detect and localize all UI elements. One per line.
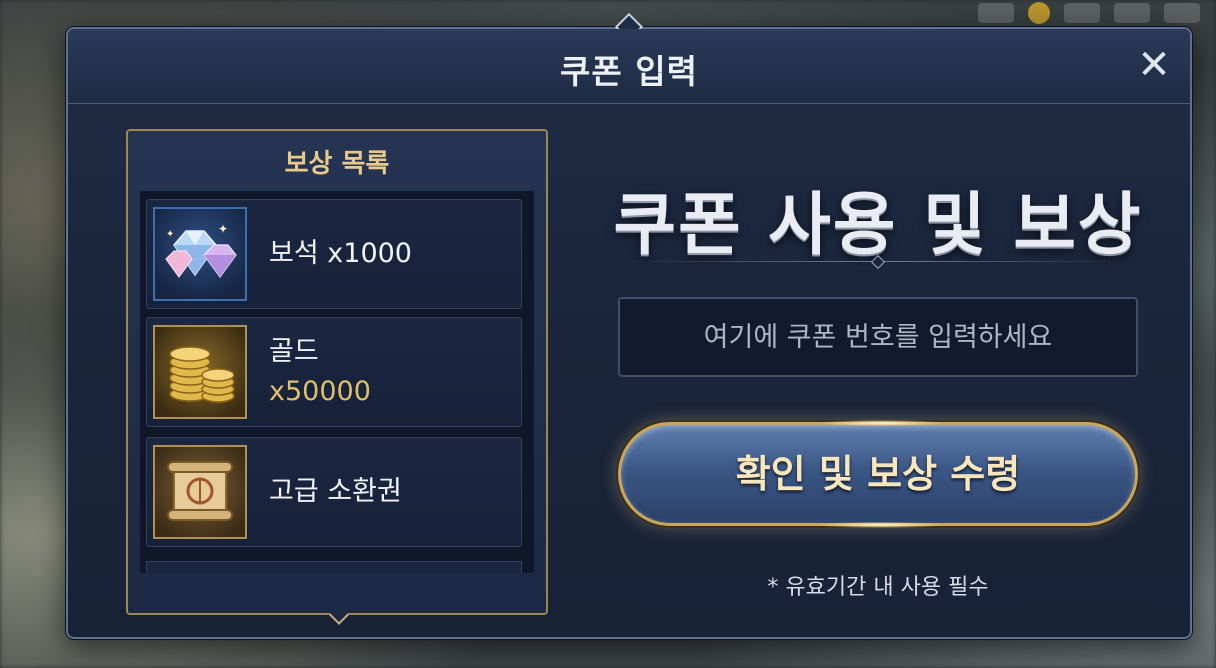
game-hud bbox=[700, 0, 1216, 26]
reward-name: 고급 소환권 bbox=[269, 476, 402, 507]
hud-coin-icon bbox=[1028, 2, 1050, 24]
close-button[interactable]: ✕ bbox=[1132, 43, 1176, 87]
gold-coins-icon bbox=[153, 325, 247, 419]
coupon-code-input[interactable] bbox=[618, 297, 1138, 377]
reward-item-gold: 골드 x50000 bbox=[146, 317, 522, 427]
reward-item-summon-ticket: 고급 소환권 bbox=[146, 437, 522, 547]
gem-icon: ✦ ✦ bbox=[153, 207, 247, 301]
reward-text: 골드 x50000 bbox=[269, 332, 371, 412]
confirm-claim-button[interactable]: 확인 및 보상 수령 bbox=[618, 420, 1138, 528]
hud-slot bbox=[1164, 3, 1200, 23]
reward-panel-title: 보상 목록 bbox=[284, 149, 390, 179]
hud-slot bbox=[1064, 3, 1100, 23]
modal-title: 쿠폰 입력 bbox=[560, 52, 698, 91]
reward-item-gem: ✦ ✦ 보석 x1000 bbox=[146, 199, 522, 309]
svg-text:✦: ✦ bbox=[218, 222, 228, 236]
reward-quantity: x1000 bbox=[327, 238, 412, 269]
validity-note: * 유효기간 내 사용 필수 bbox=[767, 575, 989, 600]
hud-slot bbox=[1114, 3, 1150, 23]
svg-text:✦: ✦ bbox=[166, 229, 174, 240]
close-icon: ✕ bbox=[1137, 42, 1171, 88]
hud-slot bbox=[978, 3, 1014, 23]
reward-list[interactable]: ✦ ✦ 보석 x1000 골드 x50000 고급 소환권 bbox=[140, 191, 534, 573]
button-glow bbox=[821, 522, 941, 528]
confirm-claim-label: 확인 및 보상 수령 bbox=[735, 452, 1021, 496]
coupon-headline: 쿠폰 사용 및 보상 bbox=[613, 186, 1143, 265]
summon-scroll-icon bbox=[153, 445, 247, 539]
reward-item-partial bbox=[146, 561, 522, 573]
button-glow bbox=[821, 420, 941, 426]
modal-header: 쿠폰 입력 ✕ bbox=[68, 29, 1190, 104]
reward-panel: 보상 목록 ✦ ✦ 보석 x1000 골드 x50000 고급 소환권 bbox=[126, 129, 548, 625]
reward-name: 골드 bbox=[269, 336, 319, 367]
coupon-modal: 쿠폰 입력 ✕ 보상 목록 ✦ ✦ 보석 x1000 골드 x50000 고급 … bbox=[66, 12, 1192, 639]
reward-quantity: x50000 bbox=[269, 376, 371, 407]
reward-text: 보석 x1000 bbox=[269, 234, 412, 274]
reward-text: 고급 소환권 bbox=[269, 472, 402, 512]
panel-ornament bbox=[329, 605, 349, 625]
reward-name: 보석 bbox=[269, 238, 319, 269]
